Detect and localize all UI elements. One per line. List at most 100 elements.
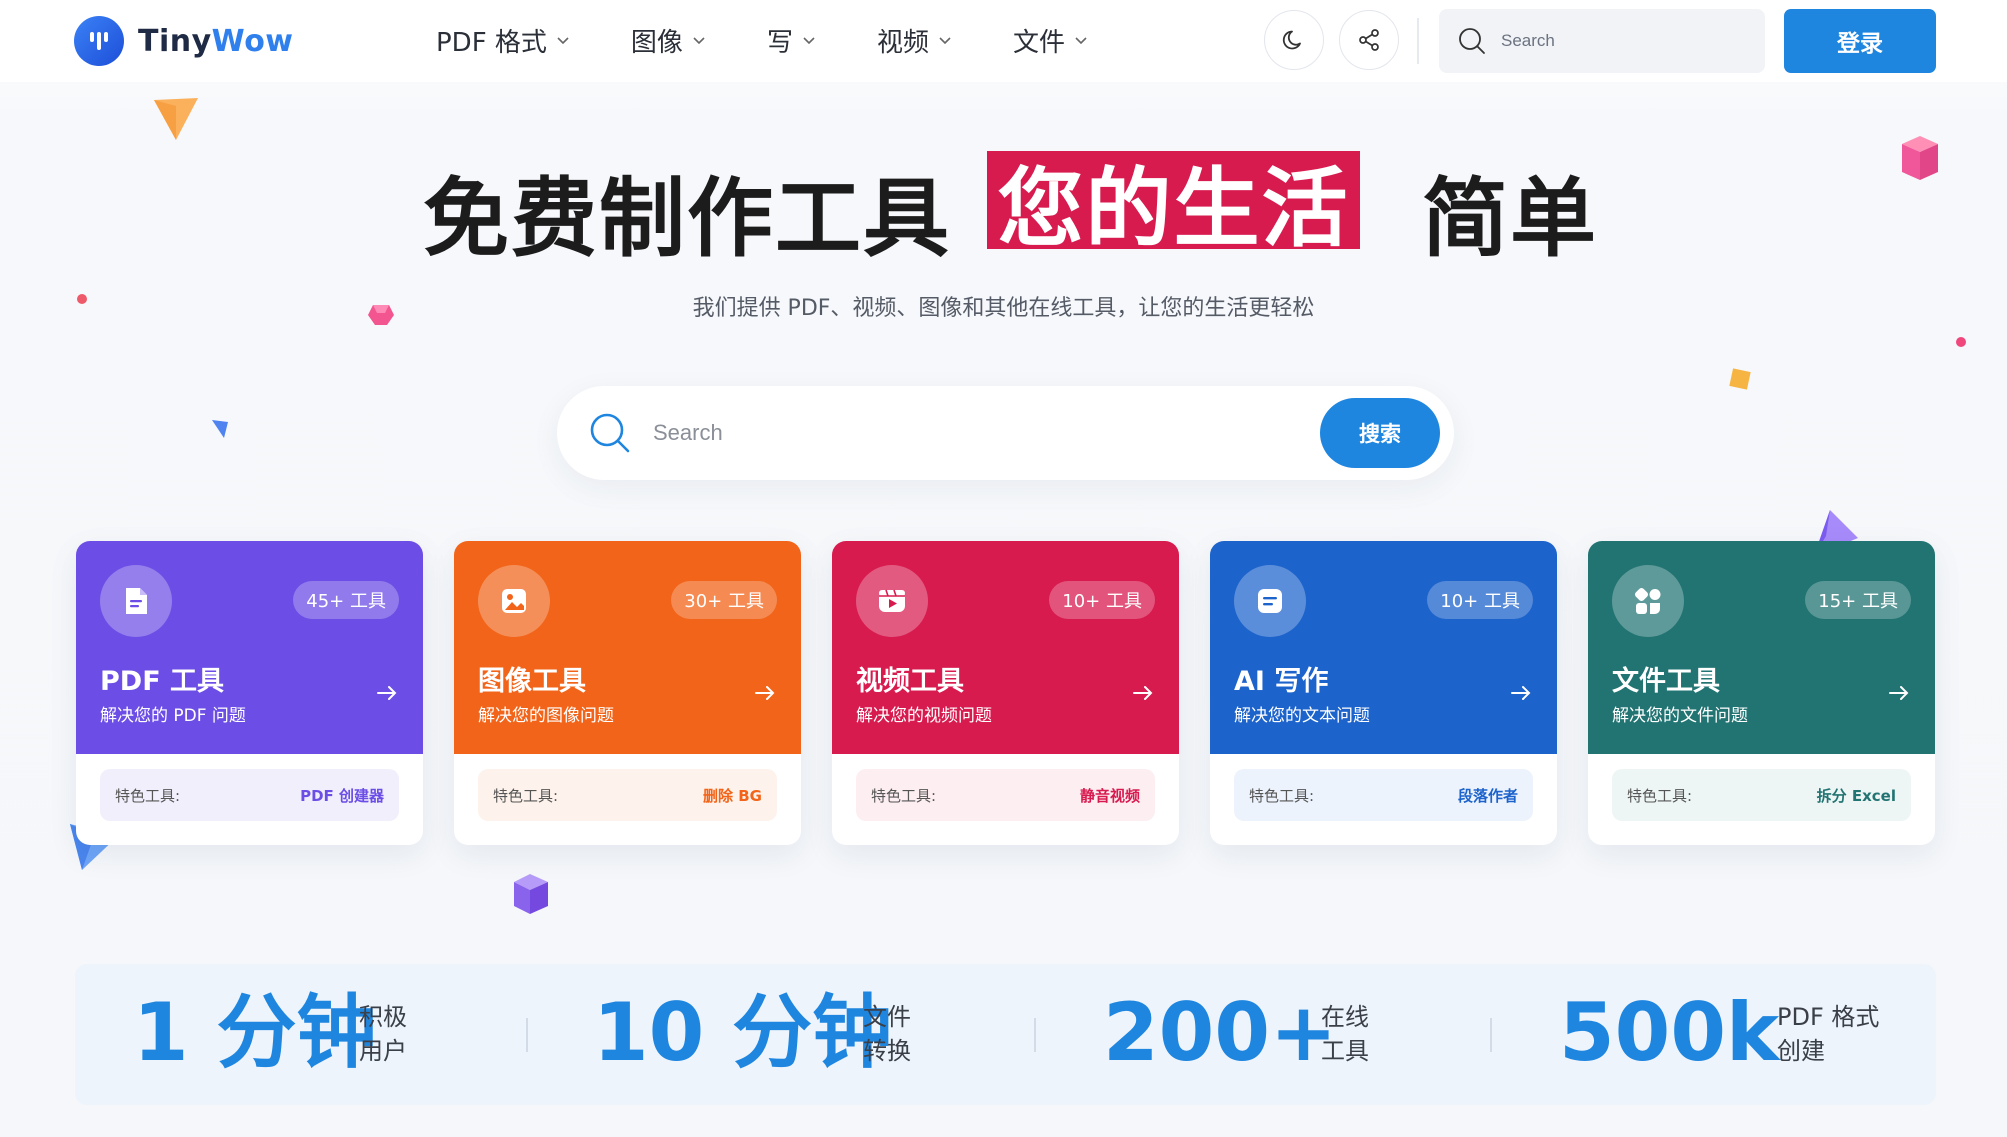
share-button[interactable] xyxy=(1339,10,1399,70)
image-icon xyxy=(478,565,550,637)
stat-value: 200+ xyxy=(1103,986,1338,1079)
card-description: 解决您的文本问题 xyxy=(1234,706,1370,726)
card-title: PDF 工具 xyxy=(100,666,225,697)
featured-tool[interactable]: 特色工具: 段落作者 xyxy=(1234,769,1533,821)
hero-search-input[interactable] xyxy=(653,420,1213,446)
decoration-cube-purple xyxy=(514,874,548,914)
stats-bar: 1 分钟 积极 用户 10 分钟 文件 转换 200+ 在线 工具 500k PDF … xyxy=(75,964,1936,1105)
main-nav: PDF 格式 图像 写 视频 文件 xyxy=(436,18,1149,62)
tool-count-badge: 10+ 工具 xyxy=(1049,581,1155,619)
stat-value: 500k xyxy=(1559,986,1780,1079)
stat-label: PDF 格式 创建 xyxy=(1777,1003,1880,1065)
chevron-down-icon xyxy=(803,37,815,45)
header-search-input[interactable] xyxy=(1501,31,1721,51)
stat-label: 在线 工具 xyxy=(1321,1003,1369,1065)
card-description: 解决您的 PDF 问题 xyxy=(100,706,246,726)
stat-label: 文件 转换 xyxy=(863,1003,911,1065)
arrow-right-icon xyxy=(377,686,397,700)
moon-icon xyxy=(1282,30,1301,50)
tool-count-badge: 30+ 工具 xyxy=(671,581,777,619)
hero-title-highlight: 您的生活 xyxy=(987,151,1360,259)
logo-text: TinyWow xyxy=(138,23,294,59)
card-description: 解决您的视频问题 xyxy=(856,706,992,726)
featured-tool-link[interactable]: 删除 BG xyxy=(703,785,762,806)
logo-icon xyxy=(74,16,124,66)
stat-label: 积极 用户 xyxy=(359,1003,407,1065)
shapes-icon xyxy=(1612,565,1684,637)
nav-write[interactable]: 写 xyxy=(767,22,817,59)
stat-divider xyxy=(1490,1018,1492,1052)
card-header: 10+ 工具 视频工具 解决您的视频问题 xyxy=(832,541,1179,754)
decoration-triangle-orange xyxy=(154,98,198,140)
chevron-down-icon xyxy=(693,37,705,45)
category-card-image[interactable]: 30+ 工具 图像工具 解决您的图像问题 特色工具: 删除 BG xyxy=(454,541,801,845)
decoration-square-yellow xyxy=(1729,368,1751,390)
header-divider xyxy=(1417,18,1419,64)
category-card-pdf[interactable]: 45+ 工具 PDF 工具 解决您的 PDF 问题 特色工具: PDF 创建器 xyxy=(76,541,423,845)
arrow-right-icon xyxy=(755,686,775,700)
login-button[interactable]: 登录 xyxy=(1784,9,1936,73)
document-text-icon xyxy=(1234,565,1306,637)
dark-mode-toggle[interactable] xyxy=(1264,10,1324,70)
pdf-file-icon xyxy=(100,565,172,637)
chevron-down-icon xyxy=(1075,37,1087,45)
decoration-triangle-blue xyxy=(212,420,228,438)
nav-image[interactable]: 图像 xyxy=(631,22,707,59)
category-card-video[interactable]: 10+ 工具 视频工具 解决您的视频问题 特色工具: 静音视频 xyxy=(832,541,1179,845)
nav-pdf[interactable]: PDF 格式 xyxy=(436,22,571,59)
hero-title-part3: 简单 xyxy=(1422,169,1598,269)
featured-tool[interactable]: 特色工具: 静音视频 xyxy=(856,769,1155,821)
card-title: 图像工具 xyxy=(478,666,586,697)
header-search xyxy=(1439,9,1765,73)
chevron-down-icon xyxy=(939,37,951,45)
card-header: 30+ 工具 图像工具 解决您的图像问题 xyxy=(454,541,801,754)
tool-count-badge: 45+ 工具 xyxy=(293,581,399,619)
featured-tool[interactable]: 特色工具: PDF 创建器 xyxy=(100,769,399,821)
logo[interactable]: TinyWow xyxy=(74,16,294,66)
arrow-right-icon xyxy=(1133,686,1153,700)
decoration-dot-pink xyxy=(1956,337,1966,347)
hero-title-part1: 免费制作工具 xyxy=(423,169,951,269)
stat-divider xyxy=(526,1018,528,1052)
card-header: 15+ 工具 文件工具 解决您的文件问题 xyxy=(1588,541,1935,754)
card-title: 文件工具 xyxy=(1612,666,1720,697)
card-description: 解决您的文件问题 xyxy=(1612,706,1748,726)
featured-tool-link[interactable]: 拆分 Excel xyxy=(1817,785,1896,806)
featured-label: 特色工具: xyxy=(115,786,181,805)
stat-value: 1 分钟 xyxy=(133,986,377,1079)
featured-tool[interactable]: 特色工具: 删除 BG xyxy=(478,769,777,821)
featured-label: 特色工具: xyxy=(1249,786,1315,805)
card-title: AI 写作 xyxy=(1234,666,1329,697)
top-navbar: TinyWow PDF 格式 图像 写 视频 文件 Search 登录 xyxy=(0,0,2007,82)
stat-value: 10 分钟 xyxy=(593,986,893,1079)
hero-search-bar: 搜索 xyxy=(557,386,1454,480)
category-card-file[interactable]: 15+ 工具 文件工具 解决您的文件问题 特色工具: 拆分 Excel xyxy=(1588,541,1935,845)
hero-search-button[interactable]: 搜索 xyxy=(1320,398,1440,468)
tool-count-badge: 15+ 工具 xyxy=(1805,581,1911,619)
card-description: 解决您的图像问题 xyxy=(478,706,614,726)
category-card-ai-writing[interactable]: 10+ 工具 AI 写作 解决您的文本问题 特色工具: 段落作者 xyxy=(1210,541,1557,845)
featured-tool-link[interactable]: 静音视频 xyxy=(1080,785,1140,806)
featured-tool-link[interactable]: PDF 创建器 xyxy=(300,785,384,806)
tool-count-badge: 10+ 工具 xyxy=(1427,581,1533,619)
hero-subtitle: 我们提供 PDF、视频、图像和其他在线工具，让您的生活更轻松 xyxy=(692,296,1315,321)
stat-divider xyxy=(1034,1018,1036,1052)
search-icon xyxy=(1459,28,1485,54)
featured-tool-link[interactable]: 段落作者 xyxy=(1458,785,1518,806)
nav-file[interactable]: 文件 xyxy=(1013,22,1089,59)
featured-tool[interactable]: 特色工具: 拆分 Excel xyxy=(1612,769,1911,821)
card-title: 视频工具 xyxy=(856,666,964,697)
search-icon xyxy=(590,413,630,453)
hero-title: 免费制作工具 您的生活 简单 xyxy=(0,148,2007,269)
video-icon xyxy=(856,565,928,637)
card-header: 45+ 工具 PDF 工具 解决您的 PDF 问题 xyxy=(76,541,423,754)
featured-label: 特色工具: xyxy=(1627,786,1693,805)
share-icon xyxy=(1359,29,1379,51)
chevron-down-icon xyxy=(557,37,569,45)
card-header: 10+ 工具 AI 写作 解决您的文本问题 xyxy=(1210,541,1557,754)
nav-video[interactable]: 视频 xyxy=(877,22,953,59)
featured-label: 特色工具: xyxy=(493,786,559,805)
featured-label: 特色工具: xyxy=(871,786,937,805)
arrow-right-icon xyxy=(1511,686,1531,700)
arrow-right-icon xyxy=(1889,686,1909,700)
